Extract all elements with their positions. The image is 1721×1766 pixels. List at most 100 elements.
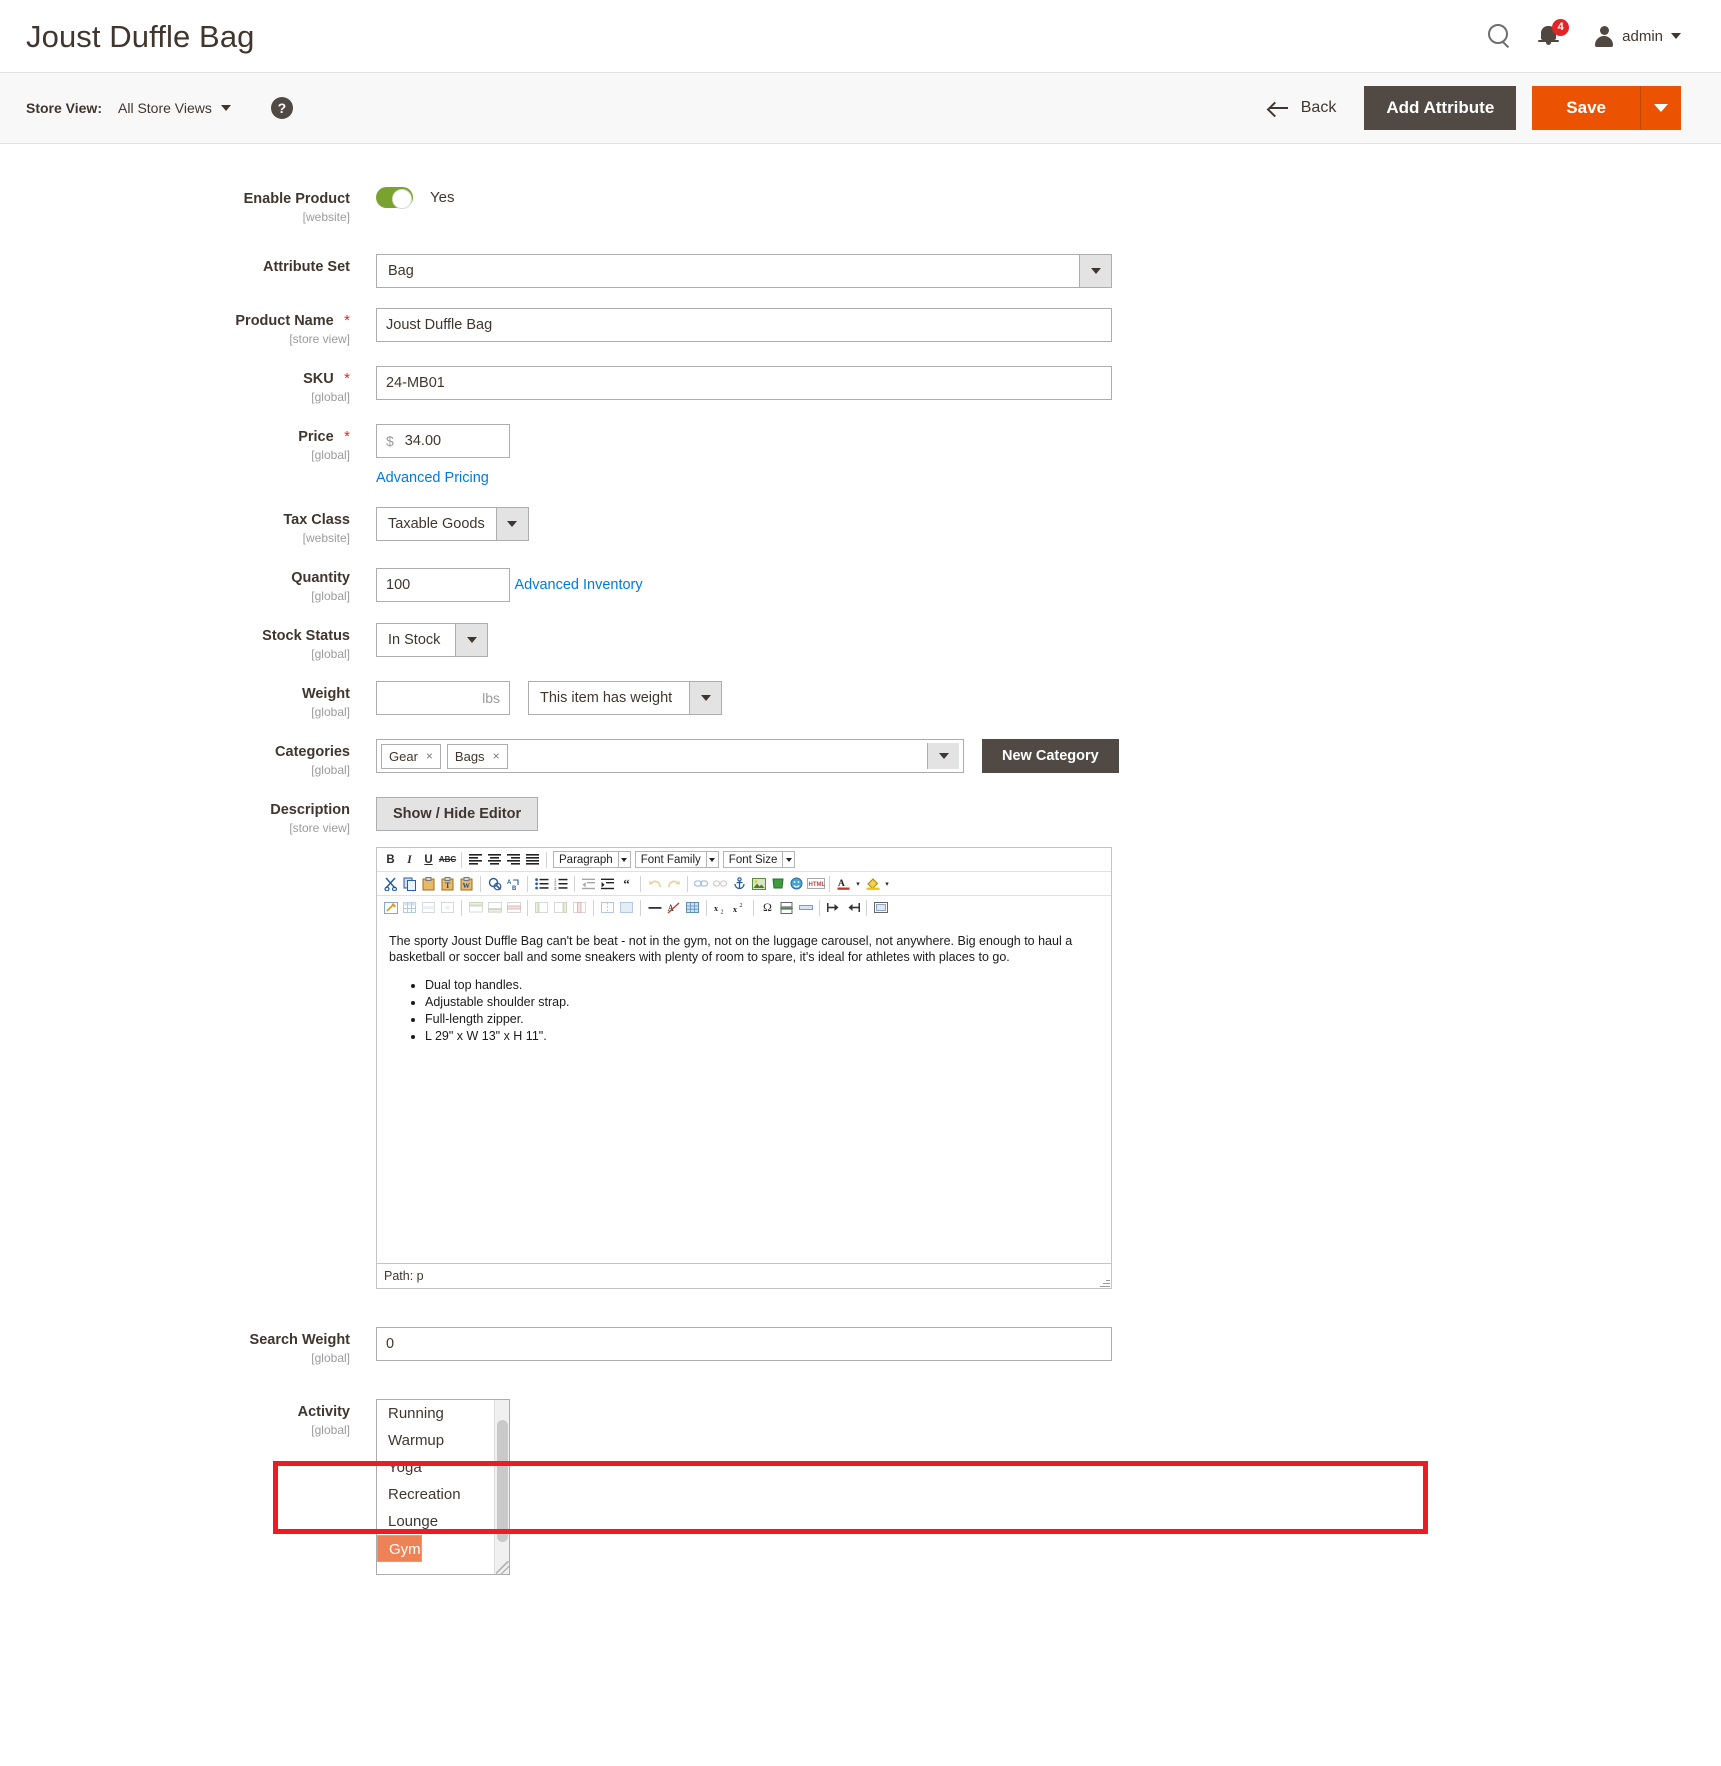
activity-resize-handle[interactable] (496, 1561, 509, 1574)
rtl-direction-icon[interactable] (843, 898, 862, 917)
insert-image-icon[interactable] (749, 874, 768, 893)
paragraph-format-select[interactable]: Paragraph (553, 851, 631, 868)
align-right-icon[interactable] (504, 850, 523, 869)
underline-icon[interactable]: U (419, 850, 438, 869)
activity-option[interactable]: Lounge (377, 1508, 494, 1535)
activity-scrollbar-thumb[interactable] (497, 1420, 508, 1542)
insert-column-before-icon[interactable] (532, 898, 551, 917)
attribute-set-select[interactable]: Bag (376, 254, 1112, 288)
bullet-list-icon[interactable] (532, 874, 551, 893)
insert-media-icon[interactable] (768, 874, 787, 893)
categories-multiselect[interactable]: Gear × Bags × (376, 739, 964, 773)
unlink-icon[interactable] (711, 874, 730, 893)
find-and-replace-icon[interactable]: AB (504, 874, 523, 893)
table-cell-properties-icon[interactable] (438, 898, 457, 917)
delete-row-icon[interactable] (504, 898, 523, 917)
ltr-direction-icon[interactable] (824, 898, 843, 917)
table-row-properties-icon[interactable] (419, 898, 438, 917)
show-hide-editor-button[interactable]: Show / Hide Editor (376, 797, 538, 831)
copy-icon[interactable] (400, 874, 419, 893)
paste-icon[interactable] (419, 874, 438, 893)
text-color-dropdown-icon[interactable]: ▾ (853, 874, 863, 893)
price-input[interactable] (403, 432, 500, 450)
align-left-icon[interactable] (466, 850, 485, 869)
italic-icon[interactable]: I (400, 850, 419, 869)
indent-icon[interactable] (598, 874, 617, 893)
undo-icon[interactable] (645, 874, 664, 893)
activity-option[interactable]: Running (377, 1400, 494, 1427)
emoticon-icon[interactable] (787, 874, 806, 893)
weight-input[interactable] (386, 689, 482, 707)
chevron-down-icon[interactable] (927, 743, 959, 769)
merge-cells-icon[interactable] (617, 898, 636, 917)
activity-option-selected[interactable]: Gym (377, 1535, 422, 1562)
align-justify-icon[interactable] (523, 850, 542, 869)
editor-content-area[interactable]: The sporty Joust Duffle Bag can't be bea… (377, 919, 1111, 1263)
outdent-icon[interactable] (579, 874, 598, 893)
tax-class-select[interactable]: Taxable Goods (376, 507, 529, 541)
sku-input[interactable] (376, 366, 1112, 400)
remove-formatting-icon[interactable]: A (664, 898, 683, 917)
back-button[interactable]: Back (1269, 99, 1365, 117)
close-icon[interactable]: × (493, 749, 500, 763)
delete-column-icon[interactable] (570, 898, 589, 917)
edit-html-icon[interactable]: HTML (806, 874, 825, 893)
activity-multiselect[interactable]: Running Warmup Yoga Recreation Lounge Gy… (376, 1399, 510, 1575)
save-options-caret-icon[interactable] (1641, 86, 1681, 130)
find-icon[interactable] (485, 874, 504, 893)
admin-user-menu[interactable]: admin (1594, 26, 1681, 47)
notifications-bell-icon[interactable]: 4 (1539, 23, 1567, 49)
insert-special-character-icon[interactable]: Ω (758, 898, 777, 917)
activity-option[interactable]: Recreation (377, 1481, 494, 1508)
bold-icon[interactable]: B (381, 850, 400, 869)
advanced-inventory-link[interactable]: Advanced Inventory (514, 577, 642, 593)
enable-product-toggle[interactable] (376, 187, 413, 208)
insert-row-after-icon[interactable] (485, 898, 504, 917)
product-name-input[interactable] (376, 308, 1112, 342)
split-cells-icon[interactable] (598, 898, 617, 917)
store-view-switcher[interactable]: All Store Views (118, 100, 231, 116)
help-question-icon[interactable]: ? (271, 97, 293, 119)
stock-status-select[interactable]: In Stock (376, 623, 488, 657)
insert-table-icon[interactable] (400, 898, 419, 917)
new-category-button[interactable]: New Category (982, 739, 1119, 773)
paste-from-word-icon[interactable]: W (457, 874, 476, 893)
toggle-visual-aids-icon[interactable] (683, 898, 702, 917)
subscript-icon[interactable]: x2 (711, 898, 730, 917)
close-icon[interactable]: × (426, 749, 433, 763)
numbered-list-icon[interactable]: 123 (551, 874, 570, 893)
editor-resize-handle[interactable] (1099, 1276, 1110, 1287)
horizontal-rule-icon[interactable] (645, 898, 664, 917)
weight-type-select[interactable]: This item has weight (528, 681, 722, 715)
background-color-icon[interactable] (863, 874, 882, 893)
superscript-icon[interactable]: x2 (730, 898, 749, 917)
insert-page-break-icon[interactable] (777, 898, 796, 917)
paste-as-text-icon[interactable]: T (438, 874, 457, 893)
category-chip[interactable]: Gear × (381, 744, 441, 769)
activity-option[interactable]: Yoga (377, 1454, 494, 1481)
search-weight-input[interactable] (376, 1327, 1112, 1361)
cut-scissors-icon[interactable] (381, 874, 400, 893)
insert-row-before-icon[interactable] (466, 898, 485, 917)
text-color-icon[interactable]: A (834, 874, 853, 893)
category-chip[interactable]: Bags × (447, 744, 508, 769)
activity-option[interactable]: Warmup (377, 1427, 494, 1454)
align-center-icon[interactable] (485, 850, 504, 869)
quantity-input[interactable] (376, 568, 510, 602)
font-size-select[interactable]: Font Size (723, 851, 796, 868)
blockquote-icon[interactable]: “ (617, 874, 636, 893)
search-icon[interactable] (1486, 23, 1512, 49)
anchor-icon[interactable] (730, 874, 749, 893)
activity-scrollbar[interactable] (494, 1400, 509, 1574)
redo-icon[interactable] (664, 874, 683, 893)
edit-css-style-icon[interactable] (381, 898, 400, 917)
add-attribute-button[interactable]: Add Attribute (1364, 86, 1516, 130)
advanced-pricing-link[interactable]: Advanced Pricing (376, 470, 489, 486)
link-icon[interactable] (692, 874, 711, 893)
insert-column-after-icon[interactable] (551, 898, 570, 917)
font-family-select[interactable]: Font Family (635, 851, 719, 868)
strikethrough-icon[interactable]: ABC (438, 850, 457, 869)
insert-nonbreaking-space-icon[interactable] (796, 898, 815, 917)
background-color-dropdown-icon[interactable]: ▾ (882, 874, 892, 893)
save-button[interactable]: Save (1532, 86, 1641, 130)
